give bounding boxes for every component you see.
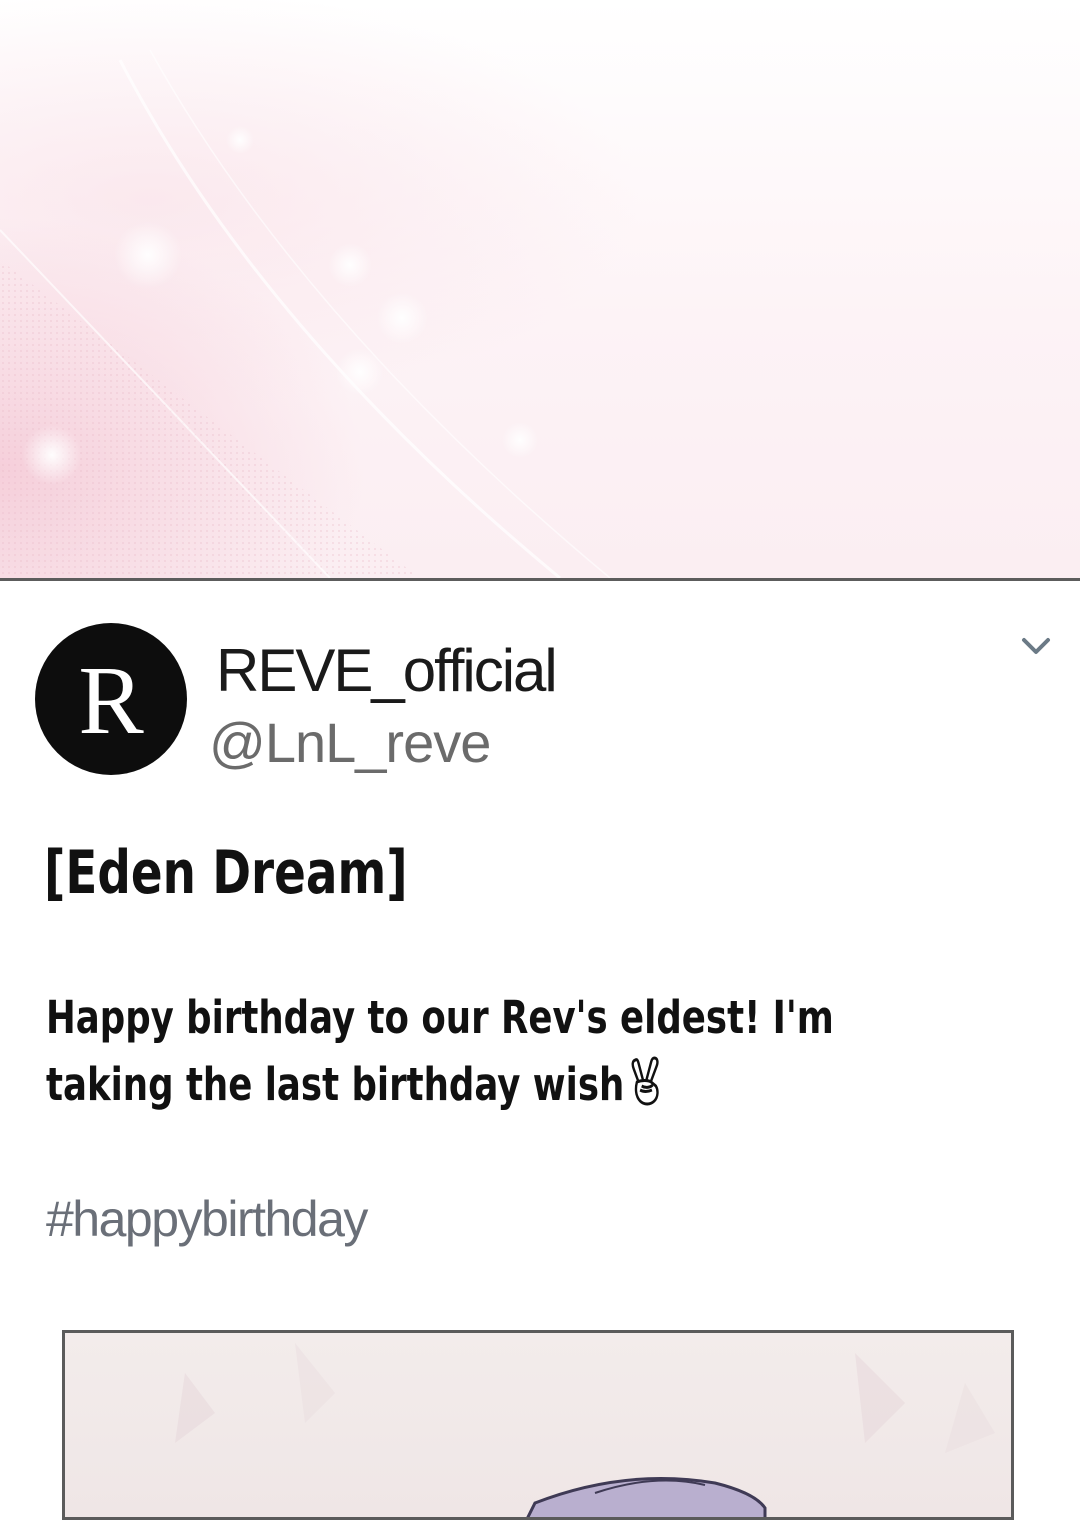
avatar-letter: R (78, 647, 144, 755)
user-handle[interactable]: @LnL_reve (209, 712, 491, 774)
attached-image[interactable] (62, 1330, 1014, 1520)
avatar[interactable]: R (35, 623, 187, 775)
attached-image-artwork (175, 1343, 995, 1517)
post-body: Happy birthday to our Rev's eldest! I'm … (46, 984, 836, 1118)
decorative-sparkle-panel (0, 0, 1080, 578)
sparkle-decoration (0, 49, 611, 578)
chevron-down-icon[interactable] (1020, 634, 1052, 658)
post-body-line-2-text: taking the last birthday wish (46, 1058, 625, 1111)
post-body-line-2: taking the last birthday wish (46, 1051, 836, 1118)
hashtag-link[interactable]: #happybirthday (46, 1190, 368, 1248)
post-body-line-1: Happy birthday to our Rev's eldest! I'm (46, 991, 834, 1044)
display-name[interactable]: REVE_official (216, 638, 558, 704)
victory-hand-icon (631, 1056, 659, 1106)
post-title: [Eden Dream] (44, 838, 408, 908)
panel-divider (0, 578, 1080, 581)
